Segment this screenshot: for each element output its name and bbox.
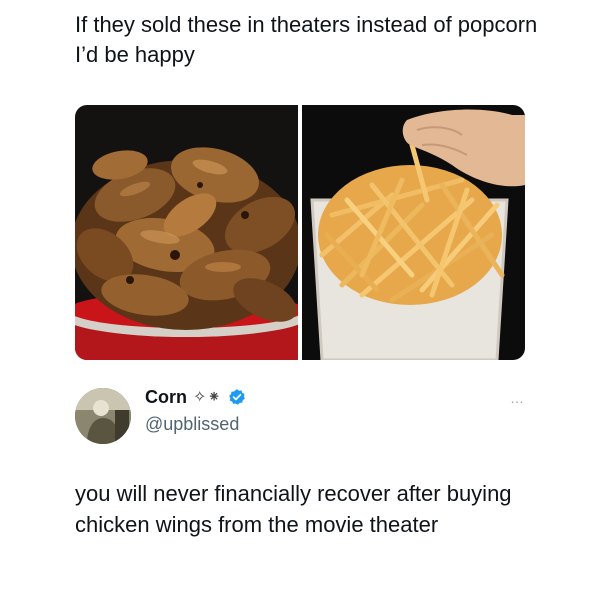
avatar[interactable] (75, 388, 131, 444)
tweet-media[interactable] (75, 105, 525, 360)
name-sparkle-emoji: ✧⁕ (193, 389, 222, 406)
user-handle[interactable]: @upblissed (145, 414, 239, 435)
chicken-wings-image[interactable] (75, 105, 298, 360)
display-name[interactable]: Corn (145, 387, 187, 408)
tweet-author[interactable]: Corn ✧⁕ @upblissed … (75, 382, 525, 444)
french-fries-image[interactable] (302, 105, 525, 360)
verified-badge-icon (228, 389, 245, 405)
tweet-text: you will never financially recover after… (75, 481, 512, 537)
post-caption: If they sold these in theaters instead o… (75, 12, 538, 67)
more-options-icon[interactable]: … (510, 390, 525, 406)
